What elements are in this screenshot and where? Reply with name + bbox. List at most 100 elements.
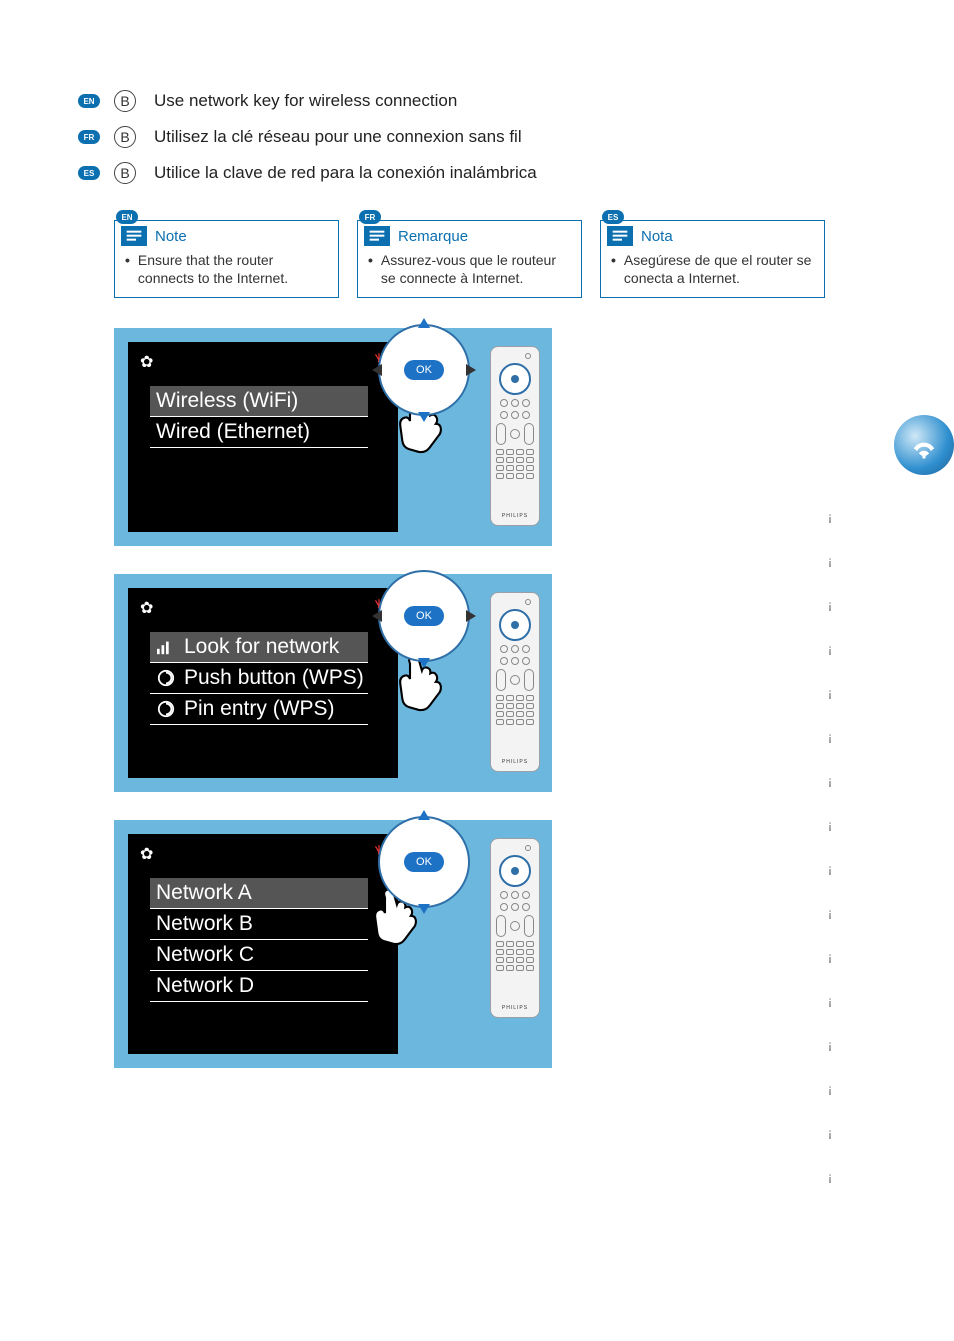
- step-badge: B: [114, 126, 136, 148]
- screen-panel-2: ✿ Look for network: [114, 574, 552, 792]
- bullet-icon: •: [611, 252, 616, 287]
- remote-keypad: [496, 941, 534, 971]
- arrow-up-icon[interactable]: [418, 318, 430, 328]
- note-body-en: Ensure that the router connects to the I…: [138, 252, 330, 287]
- remote-dpad-icon: [499, 609, 531, 641]
- arrow-up-icon[interactable]: [418, 810, 430, 820]
- note-icon: [607, 226, 633, 246]
- heading-es: Utilice la clave de red para la conexión…: [154, 163, 537, 183]
- note-body-fr: Assurez-vous que le routeur se connecte …: [381, 252, 573, 287]
- bullet-icon: •: [368, 252, 373, 287]
- remote-brand: PHILIPS: [502, 513, 528, 519]
- option-label: Network D: [156, 974, 254, 998]
- option-label: Network C: [156, 943, 254, 967]
- option-label: Look for network: [184, 635, 339, 659]
- lang-pill-es: ES: [78, 166, 100, 180]
- side-logo-icon: [894, 415, 954, 485]
- notes-row: EN Note • Ensure that the router connect…: [114, 220, 934, 298]
- ok-button[interactable]: OK: [404, 606, 444, 626]
- wps-icon: [156, 700, 176, 718]
- remote-row: [496, 915, 534, 937]
- gear-icon: ✿: [140, 352, 153, 372]
- lang-pill-fr: FR: [78, 130, 100, 144]
- arrow-right-icon[interactable]: [466, 364, 476, 376]
- side-decorative-dots: ¡¡¡¡¡¡¡¡¡¡¡¡¡¡¡¡: [828, 510, 832, 1184]
- option-wireless[interactable]: Wireless (WiFi): [150, 386, 368, 417]
- remote-row: [500, 399, 530, 407]
- option-push-button-wps[interactable]: Push button (WPS): [150, 663, 368, 694]
- note-title-fr: Remarque: [394, 227, 472, 246]
- dpad: OK: [374, 320, 474, 420]
- arrow-up-icon[interactable]: [418, 564, 430, 574]
- option-wired[interactable]: Wired (Ethernet): [150, 417, 368, 448]
- option-network-c[interactable]: Network C: [150, 940, 368, 971]
- arrow-left-icon[interactable]: [372, 856, 382, 868]
- arrow-down-icon[interactable]: [418, 412, 430, 422]
- ok-button[interactable]: OK: [404, 360, 444, 380]
- remote-keypad: [496, 449, 534, 479]
- remote-brand: PHILIPS: [502, 759, 528, 765]
- remote-row: [496, 423, 534, 445]
- dpad: OK: [374, 812, 474, 912]
- arrow-right-icon[interactable]: [466, 610, 476, 622]
- note-box-es: Nota • Asegúrese de que el router se con…: [600, 220, 825, 298]
- option-network-b[interactable]: Network B: [150, 909, 368, 940]
- screen-panel-1: ✿ Wireless (WiFi) Wired (Ethernet): [114, 328, 552, 546]
- option-label: Wireless (WiFi): [156, 389, 298, 413]
- option-look-for-network[interactable]: Look for network: [150, 632, 368, 663]
- note-icon: [121, 226, 147, 246]
- option-label: Network B: [156, 912, 253, 936]
- remote-control: PHILIPS: [490, 592, 540, 772]
- lang-row-es: ES B Utilice la clave de red para la con…: [78, 162, 934, 184]
- note-icon: [364, 226, 390, 246]
- remote-row: [496, 669, 534, 691]
- wps-icon: [156, 669, 176, 687]
- note-pill-en: EN: [116, 210, 138, 224]
- tv-screen-2: ✿ Look for network: [128, 588, 398, 778]
- screen-panel-3: ✿ Network A Network B Network C: [114, 820, 552, 1068]
- tv-screen-1: ✿ Wireless (WiFi) Wired (Ethernet): [128, 342, 398, 532]
- remote-row: [500, 411, 530, 419]
- note-pill-fr: FR: [359, 210, 381, 224]
- heading-fr: Utilisez la clé réseau pour une connexio…: [154, 127, 522, 147]
- option-network-a[interactable]: Network A: [150, 878, 368, 909]
- step-badge: B: [114, 90, 136, 112]
- remote-row: [500, 903, 530, 911]
- lang-pill-en: EN: [78, 94, 100, 108]
- note-box-en: Note • Ensure that the router connects t…: [114, 220, 339, 298]
- step-badge: B: [114, 162, 136, 184]
- note-body-es: Asegúrese de que el router se conecta a …: [624, 252, 816, 287]
- option-label: Network A: [156, 881, 252, 905]
- option-label: Pin entry (WPS): [184, 697, 335, 721]
- screens-column: ✿ Wireless (WiFi) Wired (Ethernet): [114, 328, 934, 1068]
- remote-brand: PHILIPS: [502, 1005, 528, 1011]
- option-label: Push button (WPS): [184, 666, 364, 690]
- option-pin-entry-wps[interactable]: Pin entry (WPS): [150, 694, 368, 725]
- gear-icon: ✿: [140, 598, 153, 618]
- tv-screen-3: ✿ Network A Network B Network C: [128, 834, 398, 1054]
- remote-keypad: [496, 695, 534, 725]
- dpad: OK: [374, 566, 474, 666]
- signal-icon: [156, 639, 176, 655]
- arrow-left-icon[interactable]: [372, 364, 382, 376]
- remote-power-icon: [525, 353, 531, 359]
- arrow-right-icon[interactable]: [466, 856, 476, 868]
- arrow-down-icon[interactable]: [418, 904, 430, 914]
- arrow-down-icon[interactable]: [418, 658, 430, 668]
- option-network-d[interactable]: Network D: [150, 971, 368, 1002]
- arrow-left-icon[interactable]: [372, 610, 382, 622]
- remote-dpad-icon: [499, 363, 531, 395]
- remote-row: [500, 645, 530, 653]
- note-title-en: Note: [151, 227, 191, 246]
- remote-dpad-icon: [499, 855, 531, 887]
- note-title-es: Nota: [637, 227, 677, 246]
- option-label: Wired (Ethernet): [156, 420, 310, 444]
- heading-en: Use network key for wireless connection: [154, 91, 457, 111]
- remote-row: [500, 657, 530, 665]
- remote-row: [500, 891, 530, 899]
- ok-button[interactable]: OK: [404, 852, 444, 872]
- remote-power-icon: [525, 599, 531, 605]
- lang-row-en: EN B Use network key for wireless connec…: [78, 90, 934, 112]
- remote-power-icon: [525, 845, 531, 851]
- bullet-icon: •: [125, 252, 130, 287]
